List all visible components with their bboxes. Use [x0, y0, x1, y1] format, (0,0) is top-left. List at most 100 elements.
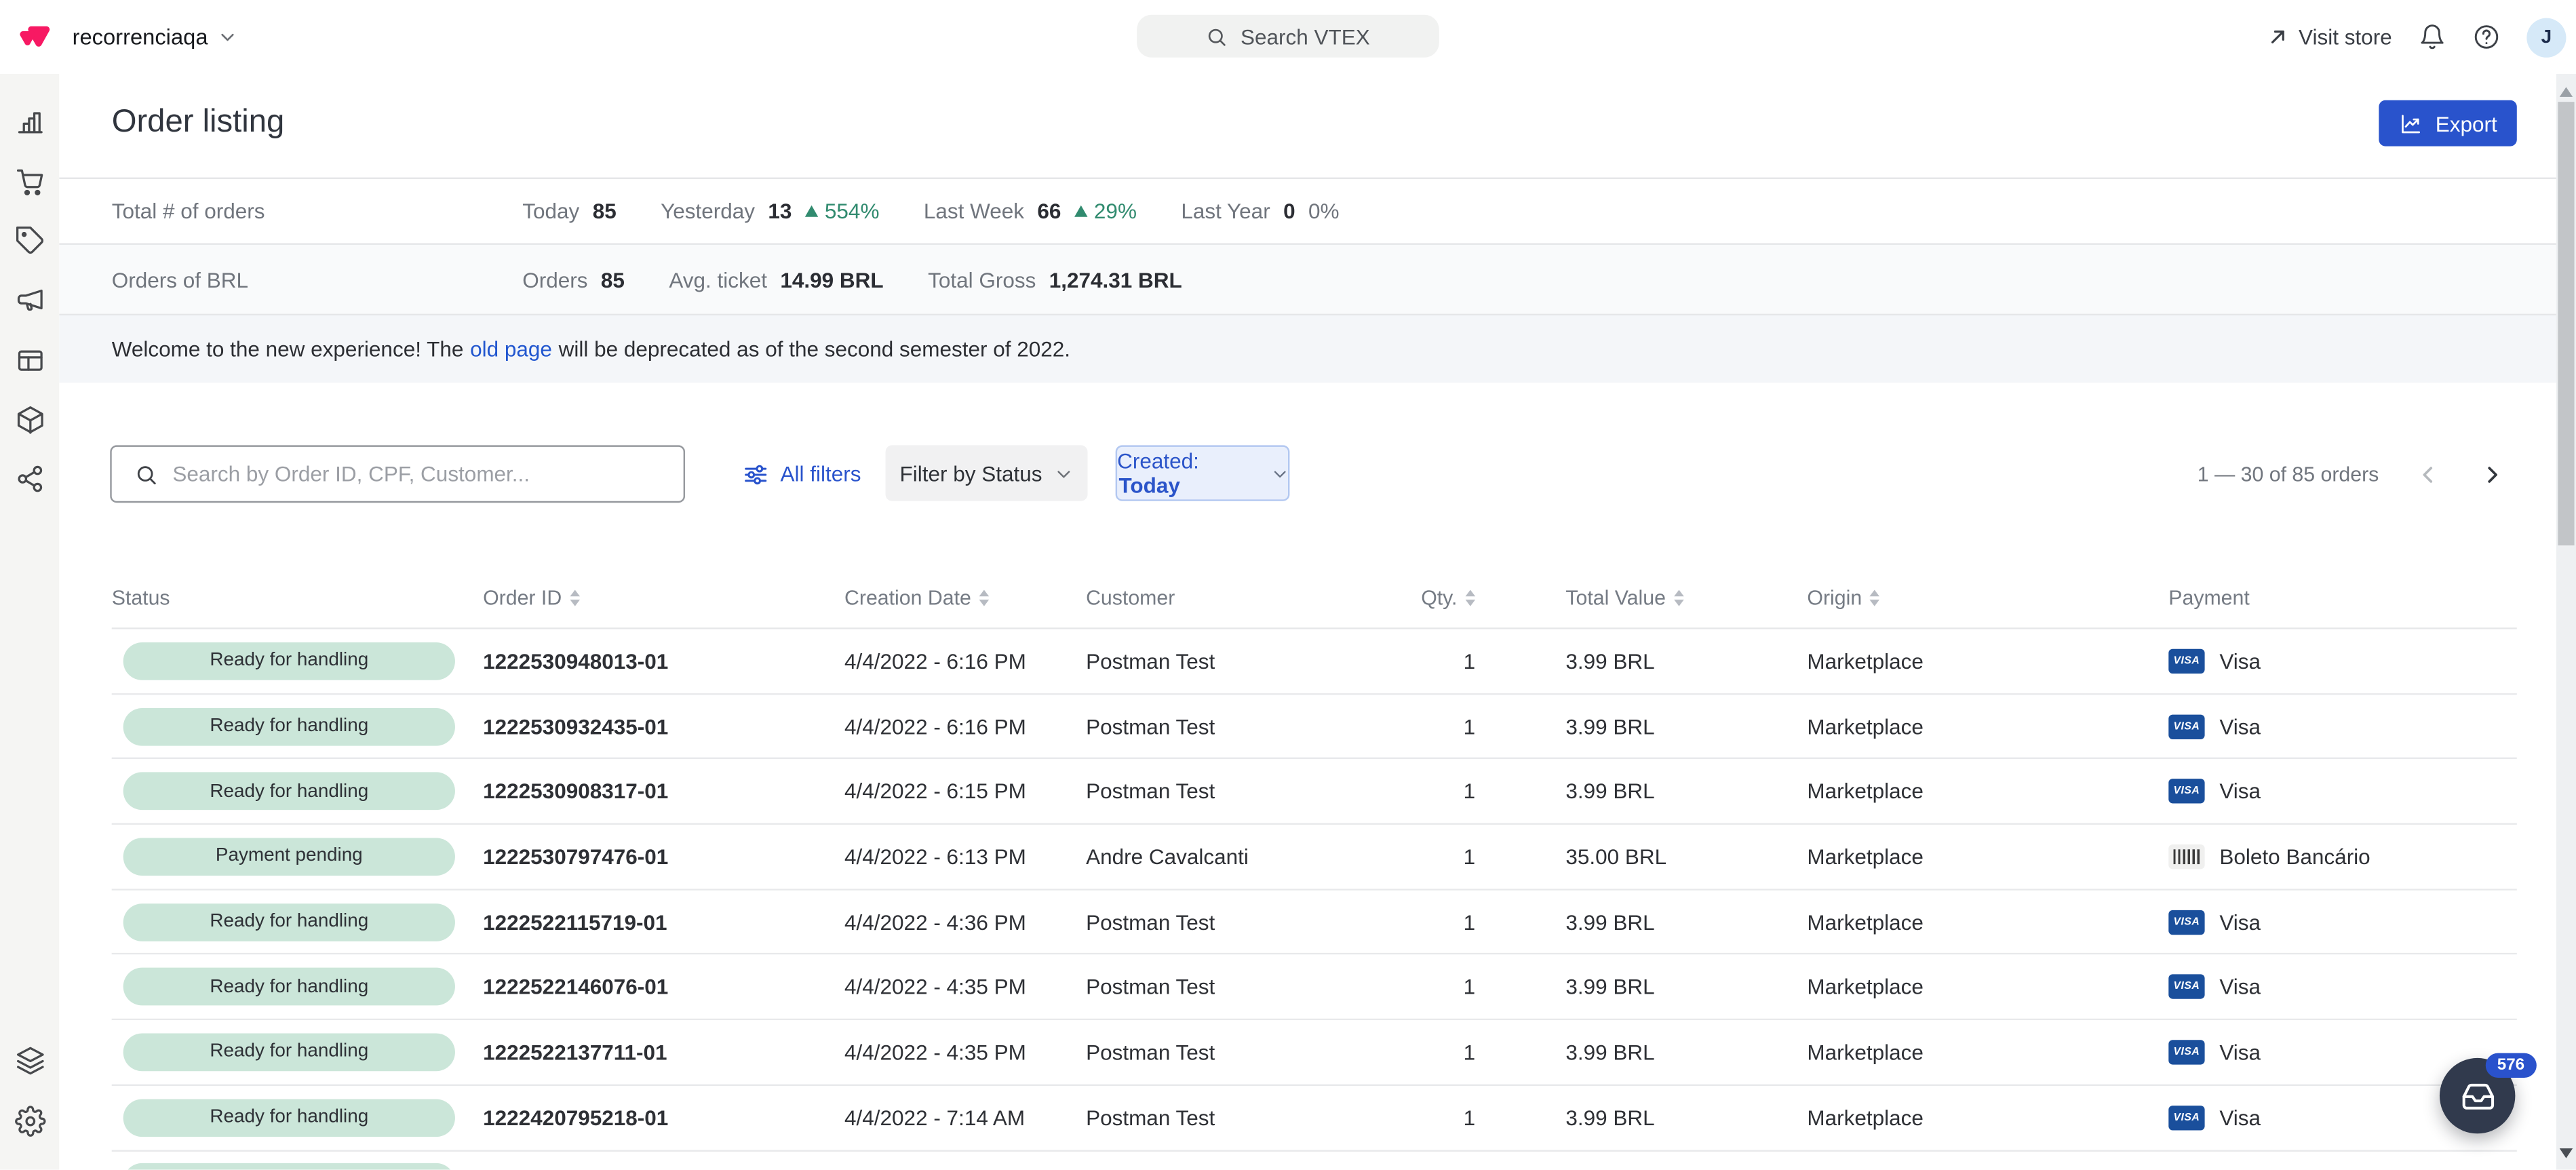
- payment-method-icon: VISA: [2168, 910, 2204, 934]
- chevron-down-icon: [218, 28, 236, 46]
- scroll-down-arrow[interactable]: [2560, 1148, 2573, 1158]
- table-header-row: Status Order ID Creation Date Cu: [112, 567, 2517, 629]
- origin-cell: Marketplace: [1807, 1105, 2168, 1129]
- inbox-icon: [2460, 1078, 2495, 1113]
- table-row[interactable]: Ready for handling 1222522146076-01 4/4/…: [112, 955, 2517, 1020]
- widget-notification-badge: 576: [2486, 1053, 2536, 1078]
- table-row[interactable]: Ready for handling 1222522115719-01 4/4/…: [112, 890, 2517, 955]
- notifications-bell-icon[interactable]: [2418, 23, 2446, 51]
- layout-icon: [14, 345, 45, 376]
- payment-cell: VISA Visa: [2168, 975, 2517, 999]
- order-search-input[interactable]: [172, 462, 683, 486]
- stat-metric: Avg. ticket 14.99 BRL: [669, 267, 883, 292]
- metric-label: Orders: [522, 267, 587, 292]
- sort-icon[interactable]: [1674, 589, 1684, 605]
- sort-icon[interactable]: [1466, 589, 1476, 605]
- chevron-down-icon: [1271, 464, 1288, 482]
- table-row[interactable]: Ready for handling 1222522137711-01 4/4/…: [112, 1020, 2517, 1085]
- total-value-cell: 3.99 BRL: [1475, 779, 1807, 804]
- account-switcher[interactable]: recorrenciaqa: [73, 24, 236, 49]
- column-header[interactable]: Order ID: [483, 586, 844, 609]
- order-id-cell: 1222530908317-01: [483, 779, 844, 804]
- sidebar-item-orders[interactable]: [0, 165, 59, 197]
- share-network-icon: [14, 464, 45, 495]
- page-header: Order listing Export: [59, 74, 2556, 178]
- stat-metric: Orders 85: [522, 267, 625, 292]
- origin-cell: Marketplace: [1807, 648, 2168, 673]
- table-row[interactable]: Ready for handling: [112, 1151, 2517, 1170]
- metric-label: Today: [522, 199, 579, 223]
- total-value-cell: 3.99 BRL: [1475, 648, 1807, 673]
- created-filter-dropdown[interactable]: Created: Today: [1116, 445, 1290, 501]
- table-row[interactable]: Ready for handling 1222530908317-01 4/4/…: [112, 760, 2517, 825]
- table-row[interactable]: Ready for handling 1222530932435-01 4/4/…: [112, 695, 2517, 760]
- status-badge: Ready for handling: [123, 1099, 455, 1137]
- order-search-box[interactable]: [110, 445, 685, 503]
- scrollbar-thumb[interactable]: [2558, 102, 2574, 545]
- created-filter-value: Today: [1119, 473, 1180, 498]
- creation-date-cell: 4/4/2022 - 7:14 AM: [844, 1105, 1086, 1129]
- sidebar-item-catalog[interactable]: [0, 404, 59, 436]
- customer-cell: Postman Test: [1086, 910, 1382, 934]
- global-search[interactable]: Search VTEX: [1137, 15, 1439, 58]
- filter-by-status-dropdown[interactable]: Filter by Status: [886, 445, 1088, 501]
- sliders-icon: [743, 461, 769, 487]
- triangle-up-icon: [805, 206, 818, 217]
- status-badge: Ready for handling: [123, 707, 455, 745]
- payment-method-icon: [2168, 844, 2204, 869]
- pagination-range: 1 — 30 of 85 orders: [2198, 463, 2379, 486]
- status-badge: Payment pending: [123, 838, 455, 876]
- payment-method-label: Visa: [2219, 975, 2261, 999]
- stat-metric: Total Gross 1,274.31 BRL: [928, 267, 1182, 292]
- scroll-up-arrow[interactable]: [2560, 87, 2573, 97]
- order-id-cell: 1222420795218-01: [483, 1105, 844, 1129]
- settings-gear-icon: [14, 1105, 45, 1136]
- sidebar-item-dashboard[interactable]: [0, 105, 59, 138]
- qty-cell: 1: [1382, 1105, 1475, 1129]
- origin-cell: Marketplace: [1807, 1040, 2168, 1064]
- help-icon[interactable]: [2472, 23, 2500, 51]
- creation-date-cell: 4/4/2022 - 4:35 PM: [844, 975, 1086, 999]
- export-button[interactable]: Export: [2379, 100, 2516, 147]
- column-header[interactable]: Qty.: [1382, 586, 1475, 609]
- creation-date-cell: 4/4/2022 - 6:13 PM: [844, 844, 1086, 869]
- qty-cell: 1: [1382, 1040, 1475, 1064]
- metric-value: 0: [1283, 199, 1295, 223]
- stats-row-label: Orders of BRL: [112, 267, 523, 292]
- next-page-button[interactable]: [2478, 463, 2507, 486]
- orders-brl-stats-row: Orders of BRL Orders 85 Avg. ticket 14.9…: [59, 243, 2556, 315]
- chevron-down-icon: [1055, 464, 1074, 482]
- payment-cell: VISA Visa: [2168, 779, 2517, 804]
- column-header[interactable]: Creation Date: [844, 586, 1086, 609]
- order-id-cell: 1222522137711-01: [483, 1040, 844, 1064]
- table-row[interactable]: Ready for handling 1222420795218-01 4/4/…: [112, 1086, 2517, 1151]
- sort-icon[interactable]: [979, 589, 990, 605]
- origin-cell: Marketplace: [1807, 844, 2168, 869]
- vertical-scrollbar[interactable]: [2556, 74, 2576, 1170]
- sidebar-item-settings[interactable]: [0, 1104, 59, 1137]
- sort-icon[interactable]: [570, 589, 580, 605]
- column-header[interactable]: Origin: [1807, 586, 2168, 609]
- sidebar-item-integrations[interactable]: [0, 463, 59, 496]
- column-header[interactable]: Total Value: [1475, 586, 1807, 609]
- status-badge: Ready for handling: [123, 773, 455, 811]
- order-id-cell: 1222522115719-01: [483, 910, 844, 934]
- table-row[interactable]: Payment pending 1222530797476-01 4/4/202…: [112, 825, 2517, 890]
- stat-metric: Today 85: [522, 199, 616, 223]
- sidebar-item-promotions[interactable]: [0, 225, 59, 257]
- previous-page-button[interactable]: [2413, 463, 2443, 486]
- table-row[interactable]: Ready for handling 1222530948013-01 4/4/…: [112, 629, 2517, 695]
- avatar[interactable]: J: [2526, 17, 2566, 56]
- banner-text: Welcome to the new experience! The: [112, 337, 464, 362]
- total-value-cell: 35.00 BRL: [1475, 844, 1807, 869]
- vtex-logo-icon: [18, 20, 51, 53]
- sidebar-item-marketing[interactable]: [0, 284, 59, 317]
- old-page-link[interactable]: old page: [470, 337, 552, 362]
- metric-value: 13: [768, 199, 792, 223]
- stat-metric: Last Week 66 29%: [924, 199, 1137, 223]
- sort-icon[interactable]: [1870, 589, 1880, 605]
- visit-store-link[interactable]: Visit store: [2267, 24, 2392, 49]
- sidebar-item-apps[interactable]: [0, 1045, 59, 1077]
- sidebar-item-storefront[interactable]: [0, 344, 59, 376]
- all-filters-button[interactable]: All filters: [743, 445, 861, 503]
